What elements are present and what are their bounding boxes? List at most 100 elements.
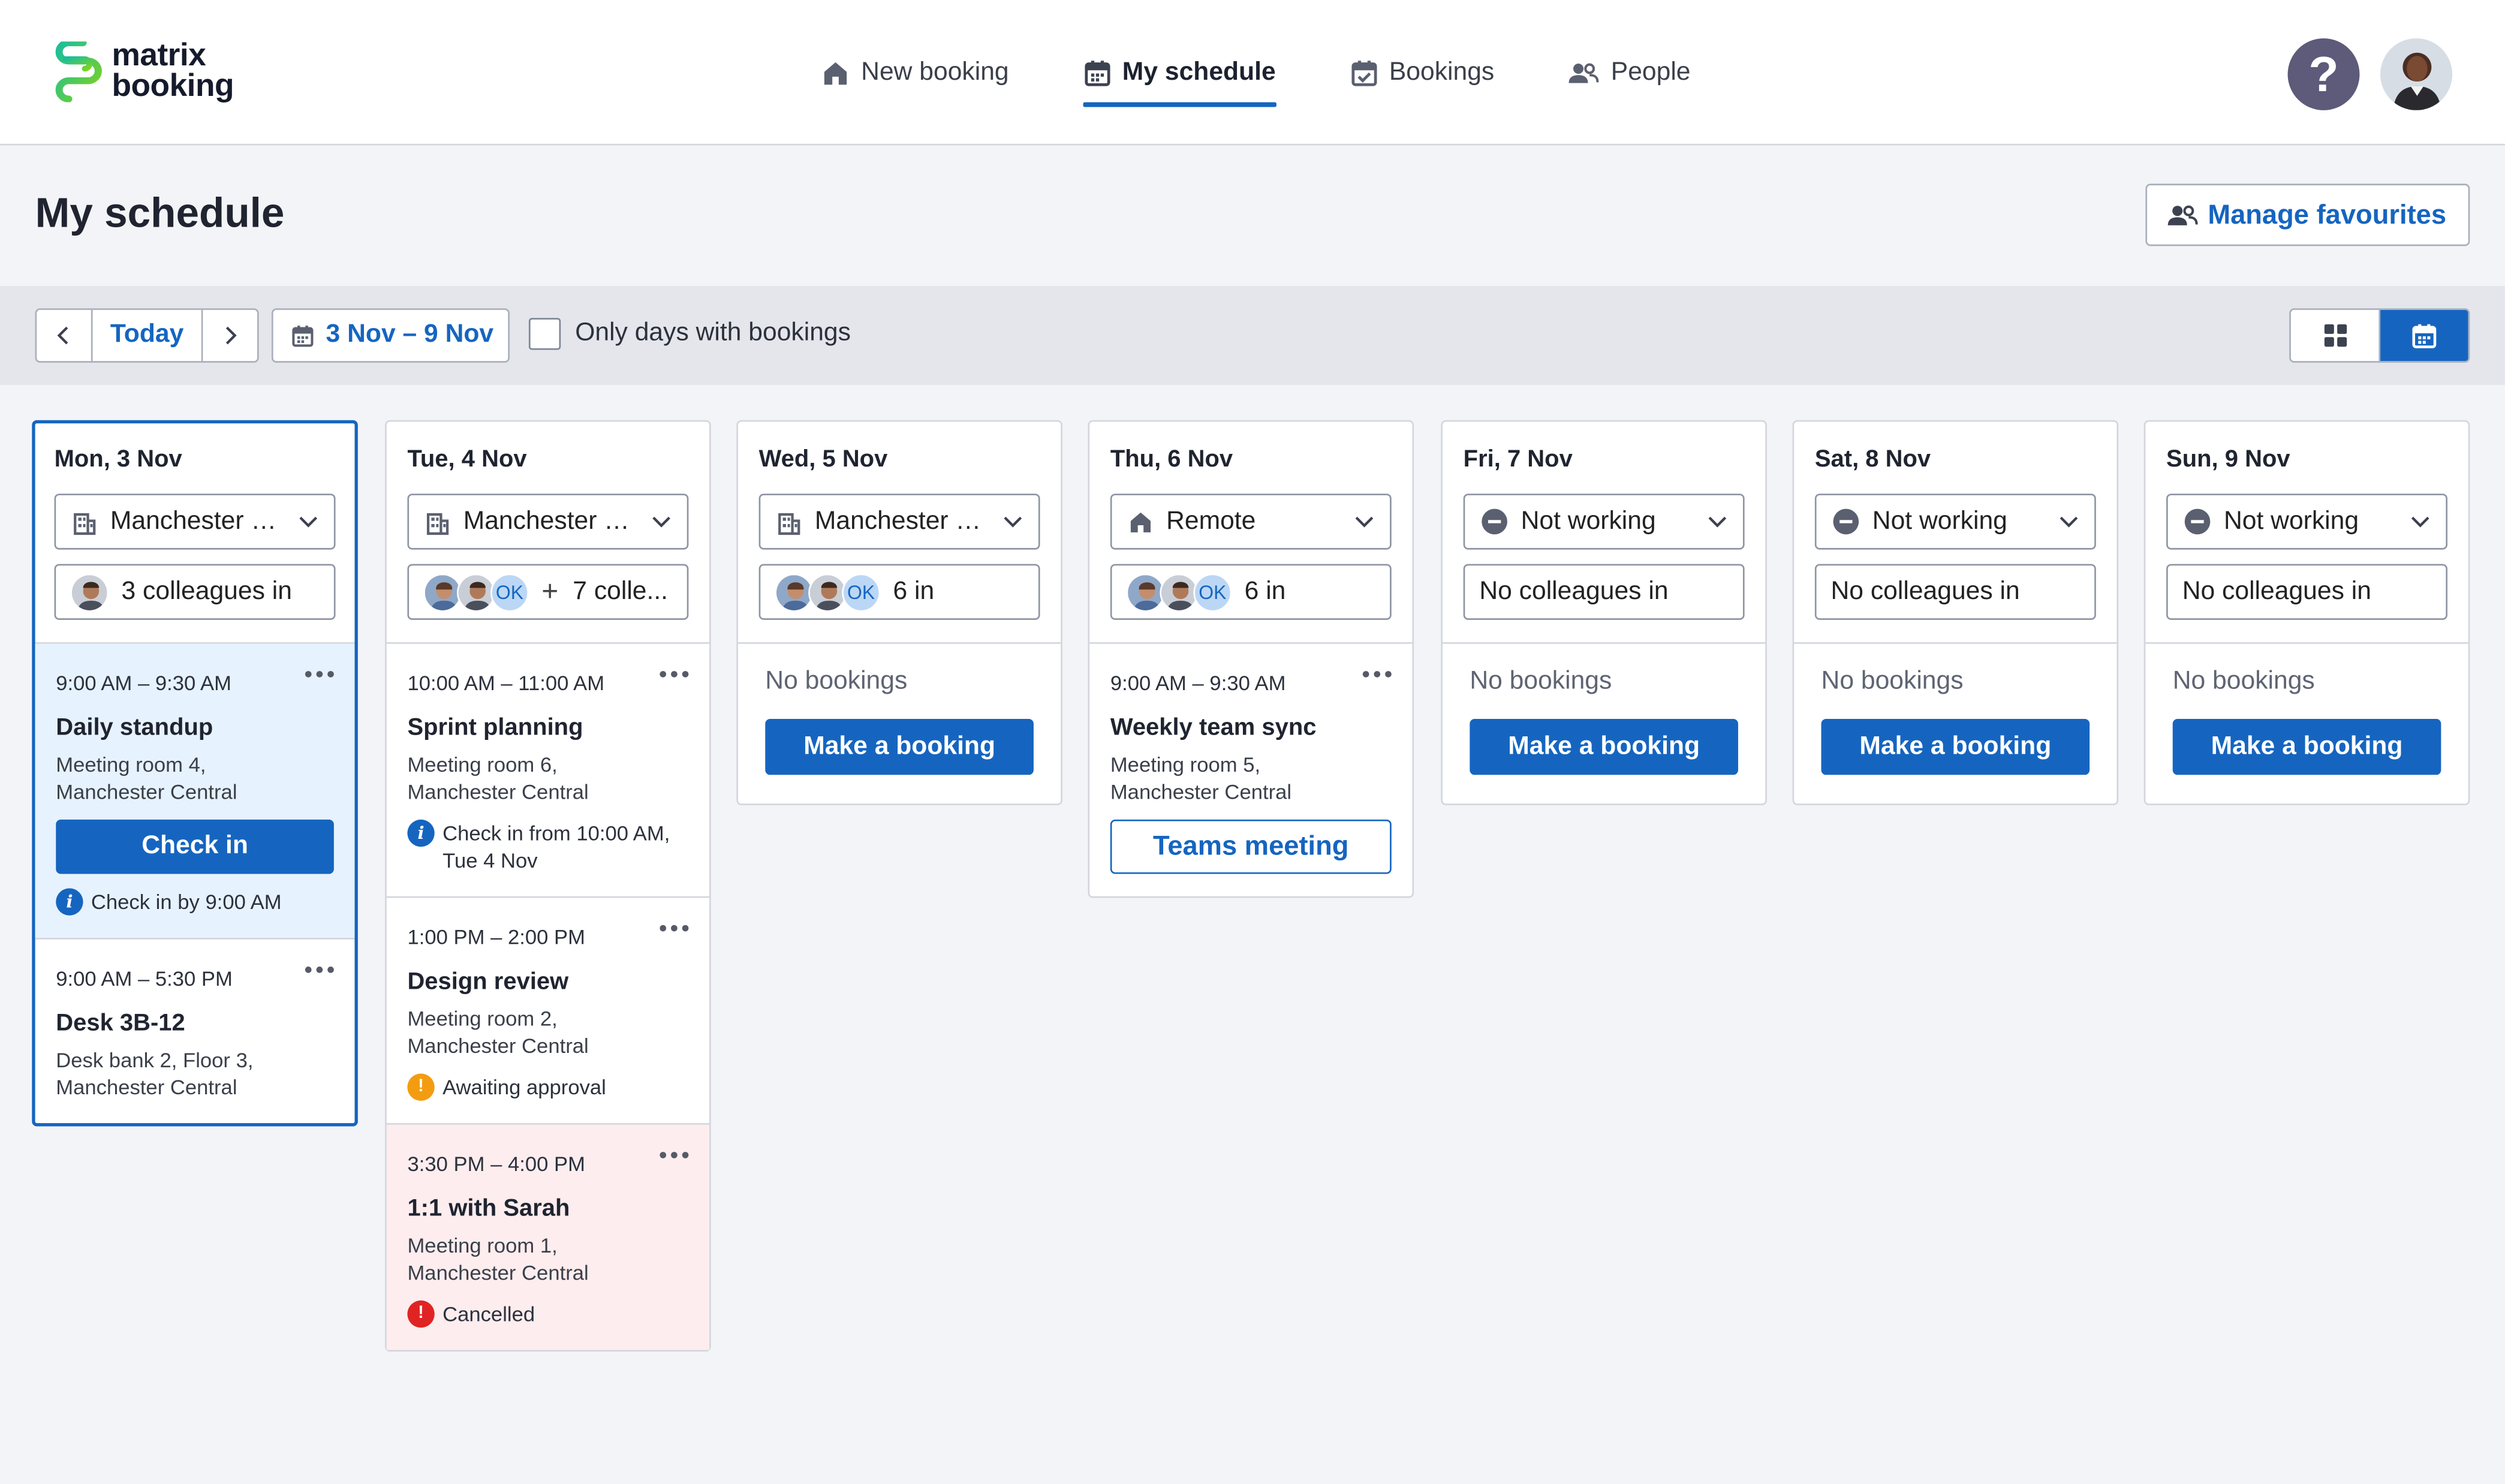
colleagues-in-button[interactable]: No colleagues in (1814, 564, 2096, 620)
more-options-icon[interactable] (1362, 671, 1392, 678)
user-avatar[interactable] (2380, 38, 2453, 110)
manage-favourites-label: Manage favourites (2208, 198, 2447, 230)
colleagues-count: 6 in (893, 577, 935, 605)
previous-week-button[interactable] (37, 310, 91, 361)
make-booking-button[interactable]: Make a booking (1821, 719, 2090, 775)
calendar-view-button[interactable] (2380, 309, 2468, 362)
location-value: Not working (2223, 507, 2359, 535)
calendar-icon (292, 324, 314, 347)
make-booking-button[interactable]: Make a booking (765, 719, 1034, 775)
only-days-filter[interactable]: Only days with bookings (528, 318, 851, 350)
booking-card[interactable]: 3:30 PM – 4:00 PM 1:1 with Sarah Meeting… (386, 1124, 710, 1350)
people-icon (1569, 62, 1600, 83)
booking-card[interactable]: 9:00 AM – 9:30 AM Weekly team sync Meeti… (1089, 644, 1412, 896)
booking-time: 1:00 PM – 2:00 PM (407, 925, 585, 949)
nav-people[interactable]: People (1568, 0, 1691, 145)
booking-location-line-1: Meeting room 4, (56, 752, 206, 776)
booking-location: Desk bank 2, Floor 3, Manchester Central (56, 1046, 334, 1101)
today-button[interactable]: Today (91, 309, 203, 362)
colleagues-in-button[interactable]: No colleagues in (1463, 564, 1745, 620)
day-column-sat: Sat, 8 Nov Not working No colleagues in … (1792, 420, 2119, 805)
colleagues-count: 6 in (1244, 577, 1286, 605)
location-select[interactable]: Manchester Ce... (758, 493, 1040, 550)
booking-card[interactable]: 1:00 PM – 2:00 PM Design review Meeting … (386, 898, 710, 1125)
building-icon (426, 512, 449, 534)
info-icon: i (407, 819, 435, 847)
calendar-check-icon (1351, 59, 1377, 86)
booking-title: Desk 3B-12 (56, 1009, 185, 1037)
check-in-button[interactable]: Check in (56, 819, 334, 874)
day-header: Tue, 4 Nov Manchester Ce... OK + 7 colle… (386, 422, 710, 644)
manage-favourites-button[interactable]: Manage favourites (2145, 183, 2470, 246)
error-icon: ! (407, 1300, 435, 1328)
logo-mark-icon (55, 41, 102, 103)
booking-title: 1:1 with Sarah (407, 1195, 570, 1223)
more-options-icon[interactable] (660, 925, 689, 932)
day-header: Mon, 3 Nov Manchester Ce... 3 colleagues… (35, 423, 355, 644)
no-bookings-text: No bookings (1821, 667, 1964, 696)
day-header: Wed, 5 Nov Manchester Ce... OK 6 in (737, 422, 1061, 644)
booking-title: Design review (407, 968, 569, 995)
more-options-icon[interactable] (660, 671, 689, 678)
building-icon (778, 512, 800, 534)
logo-line-1: matrix (112, 38, 206, 74)
colleagues-in-button[interactable]: OK 6 in (1110, 564, 1392, 620)
help-button[interactable]: ? (2287, 38, 2360, 110)
nav-label: Bookings (1389, 58, 1495, 86)
colleagues-count: 3 colleagues in (121, 577, 292, 605)
chevron-down-icon (652, 516, 670, 527)
location-value: Manchester Ce... (463, 507, 646, 535)
more-options-icon[interactable] (305, 671, 334, 678)
location-select[interactable]: Not working (1463, 493, 1745, 550)
more-options-icon[interactable] (305, 967, 334, 973)
home-icon (824, 61, 847, 84)
location-select[interactable]: Not working (1814, 493, 2096, 550)
check-in-note: i Check in by 9:00 AM (56, 888, 334, 916)
day-header: Sun, 9 Nov Not working No colleagues in (2145, 422, 2468, 644)
more-options-icon[interactable] (660, 1152, 689, 1158)
nav-new-booking[interactable]: New booking (821, 0, 1009, 145)
location-value: Remote (1166, 507, 1256, 535)
make-booking-button[interactable]: Make a booking (2172, 719, 2441, 775)
empty-day: No bookings Make a booking (1794, 644, 2116, 803)
colleagues-in-button[interactable]: OK + 7 colle... (407, 564, 689, 620)
colleagues-in-button[interactable]: No colleagues in (2166, 564, 2448, 620)
next-week-button[interactable] (203, 310, 257, 361)
booking-location: Meeting room 1, Manchester Central (407, 1232, 688, 1286)
info-icon: i (56, 888, 83, 916)
empty-day: No bookings Make a booking (1443, 644, 1765, 803)
status-note-text: Awaiting approval (442, 1075, 606, 1100)
nav-bookings[interactable]: Bookings (1349, 0, 1494, 145)
location-select[interactable]: Manchester Ce... (54, 493, 336, 550)
app-logo[interactable]: matrix booking (55, 38, 234, 103)
chevron-down-icon (299, 516, 318, 527)
location-value: Not working (1872, 507, 2007, 535)
teams-meeting-button[interactable]: Teams meeting (1110, 819, 1392, 874)
location-select[interactable]: Not working (2166, 493, 2448, 550)
colleagues-in-button[interactable]: OK 6 in (758, 564, 1040, 620)
user-photo-icon (2380, 38, 2453, 110)
building-icon (74, 512, 96, 534)
colleagues-in-button[interactable]: 3 colleagues in (54, 564, 336, 620)
date-range-picker[interactable]: 3 Nov – 9 Nov (271, 308, 510, 363)
location-value: Manchester Ce... (814, 507, 997, 535)
booking-location: Meeting room 4, Manchester Central (56, 751, 334, 805)
booking-card[interactable]: 9:00 AM – 9:30 AM Daily standup Meeting … (35, 643, 355, 940)
location-select[interactable]: Manchester Ce... (407, 493, 689, 550)
booking-location: Meeting room 5, Manchester Central (1110, 751, 1392, 805)
booking-card[interactable]: 10:00 AM – 11:00 AM Sprint planning Meet… (386, 644, 710, 898)
only-days-checkbox[interactable] (528, 318, 561, 350)
grid-view-button[interactable] (2291, 309, 2381, 362)
check-in-note-text: Check in from 10:00 AM, Tue 4 Nov (442, 821, 670, 872)
day-header: Fri, 7 Nov Not working No colleagues in (1443, 422, 1766, 644)
day-column-fri: Fri, 7 Nov Not working No colleagues in … (1441, 420, 1767, 805)
booking-time: 10:00 AM – 11:00 AM (407, 671, 605, 696)
nav-my-schedule[interactable]: My schedule (1082, 0, 1276, 145)
location-select[interactable]: Remote (1110, 493, 1392, 550)
only-days-label: Only days with bookings (575, 319, 851, 347)
booking-card[interactable]: 9:00 AM – 5:30 PM Desk 3B-12 Desk bank 2… (35, 940, 355, 1123)
booking-location-line-1: Meeting room 6, (407, 752, 558, 776)
day-title: Wed, 5 Nov (758, 445, 888, 473)
booking-location-line-1: Desk bank 2, Floor 3, (56, 1047, 254, 1072)
make-booking-button[interactable]: Make a booking (1470, 719, 1738, 775)
